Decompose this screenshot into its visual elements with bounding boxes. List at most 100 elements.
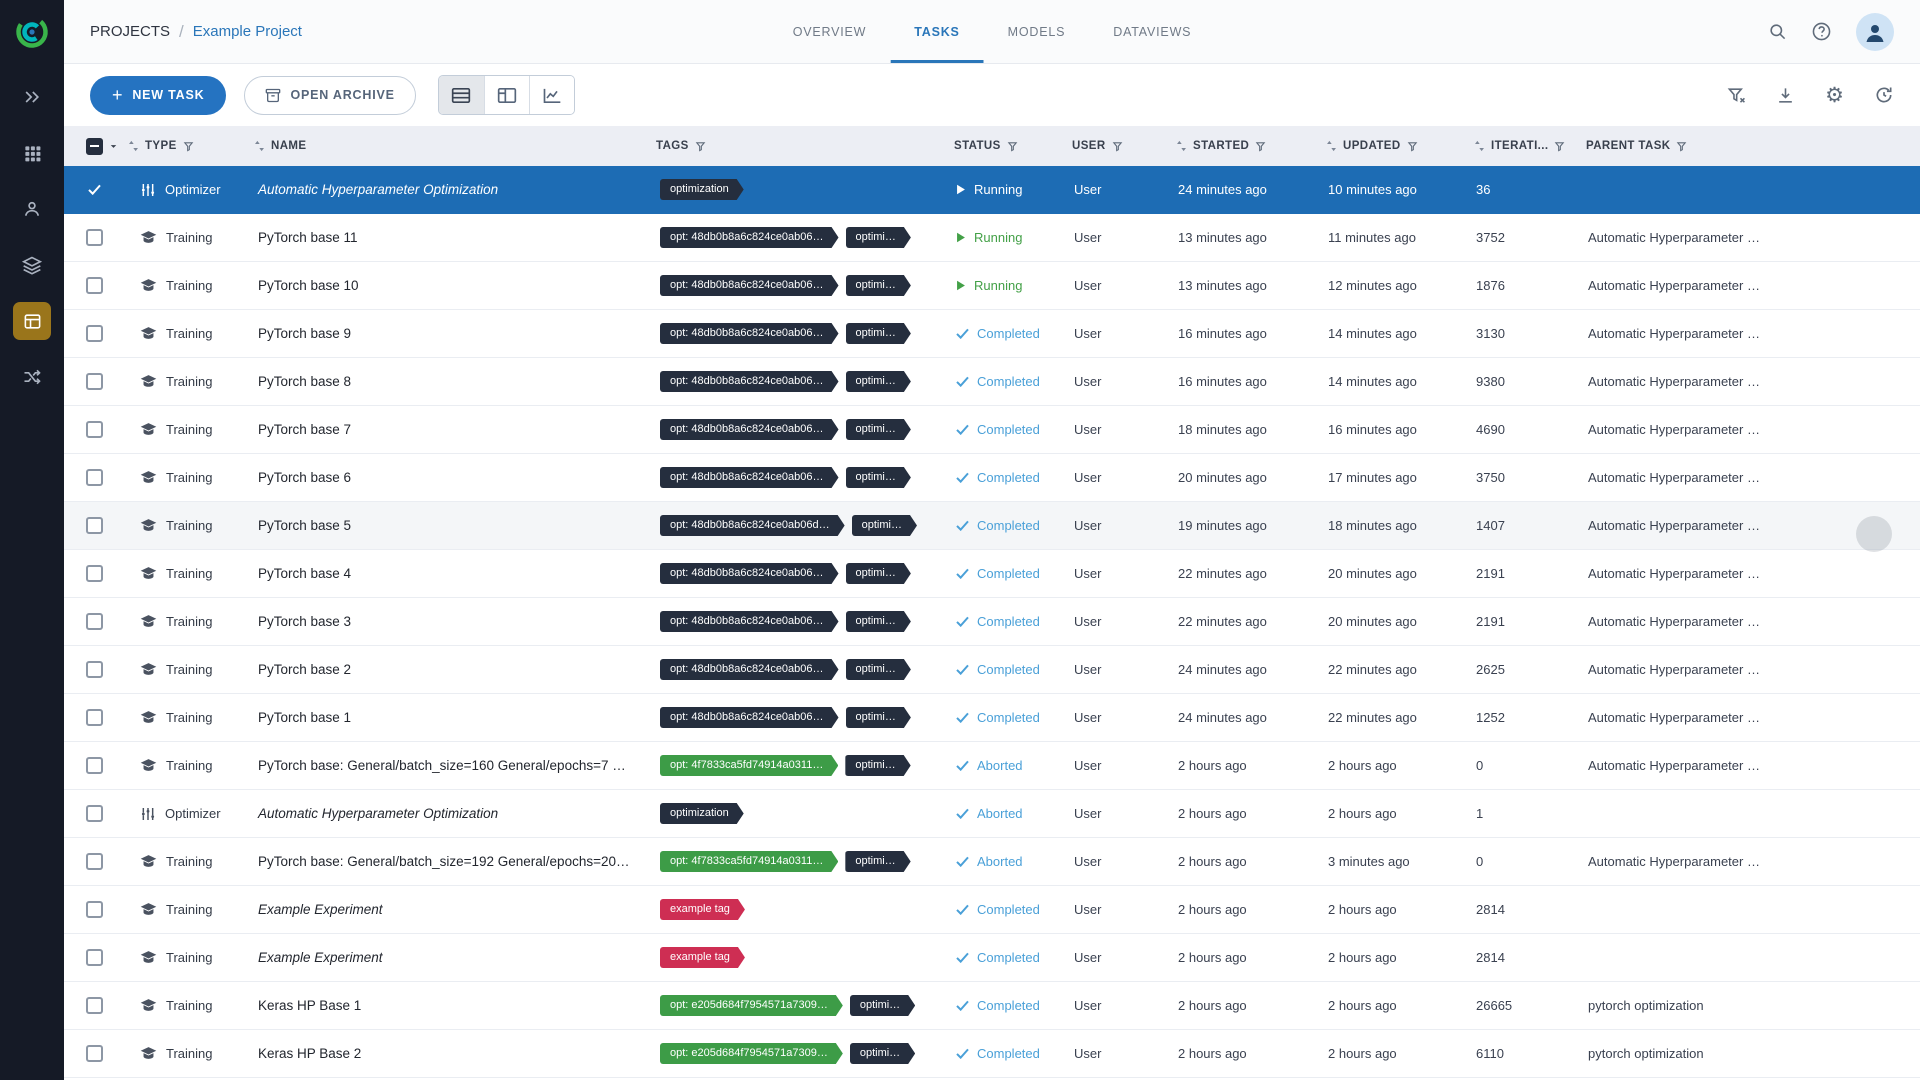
row-checkbox[interactable] <box>86 469 103 486</box>
table-row[interactable]: TrainingPyTorch base 6opt: 48db0b8a6c824… <box>64 454 1920 502</box>
tab-models[interactable]: MODELS <box>984 0 1090 63</box>
tag[interactable]: optimi… <box>846 227 911 248</box>
tag[interactable]: optimi… <box>846 467 911 488</box>
tab-tasks[interactable]: TASKS <box>890 0 983 63</box>
table-row[interactable]: OptimizerAutomatic Hyperparameter Optimi… <box>64 166 1920 214</box>
table-row[interactable]: TrainingKeras HP Base 2opt: e205d684f795… <box>64 1030 1920 1078</box>
new-task-button[interactable]: + NEW TASK <box>90 76 226 115</box>
row-checkbox[interactable] <box>86 901 103 918</box>
row-checkbox[interactable] <box>86 661 103 678</box>
column-header-parent-task[interactable]: PARENT TASK <box>1586 140 1920 152</box>
datasets-icon[interactable] <box>13 246 51 284</box>
table-row[interactable]: TrainingPyTorch base 11opt: 48db0b8a6c82… <box>64 214 1920 262</box>
column-header-name[interactable]: NAME <box>254 140 656 152</box>
row-checkbox[interactable] <box>86 805 103 822</box>
tag[interactable]: opt: 4f7833ca5fd74914a0311… <box>660 851 838 872</box>
tag[interactable]: opt: 48db0b8a6c824ce0ab06… <box>660 707 839 728</box>
select-all-checkbox[interactable] <box>86 138 103 155</box>
row-checkbox[interactable] <box>86 709 103 726</box>
apps-grid-icon[interactable] <box>13 134 51 172</box>
open-archive-button[interactable]: OPEN ARCHIVE <box>244 76 415 115</box>
table-row[interactable]: TrainingPyTorch base: General/batch_size… <box>64 838 1920 886</box>
row-checkbox[interactable] <box>86 229 103 246</box>
filter-icon[interactable] <box>1007 141 1018 152</box>
table-row[interactable]: TrainingPyTorch base 8opt: 48db0b8a6c824… <box>64 358 1920 406</box>
tag[interactable]: optimization <box>660 179 744 200</box>
column-header-iterati[interactable]: ITERATI... <box>1474 140 1586 152</box>
download-icon[interactable] <box>1776 86 1795 105</box>
sort-icon[interactable] <box>1474 140 1485 152</box>
auto-refresh-icon[interactable] <box>1874 85 1894 105</box>
workers-icon[interactable] <box>13 190 51 228</box>
tag[interactable]: optimization <box>660 803 744 824</box>
row-checkbox[interactable] <box>86 997 103 1014</box>
user-avatar[interactable] <box>1856 13 1894 51</box>
tag[interactable]: opt: 48db0b8a6c824ce0ab06… <box>660 227 839 248</box>
filter-icon[interactable] <box>1554 141 1565 152</box>
tag[interactable]: optimi… <box>846 659 911 680</box>
row-checkbox[interactable] <box>86 517 103 534</box>
tag[interactable]: optimi… <box>846 323 911 344</box>
table-row[interactable]: TrainingPyTorch base 7opt: 48db0b8a6c824… <box>64 406 1920 454</box>
chart-view-icon[interactable] <box>529 76 574 114</box>
tag[interactable]: opt: 48db0b8a6c824ce0ab06… <box>660 275 839 296</box>
row-checkbox[interactable] <box>86 325 103 342</box>
scroll-indicator-button[interactable] <box>1856 516 1892 552</box>
table-row[interactable]: TrainingPyTorch base 5opt: 48db0b8a6c824… <box>64 502 1920 550</box>
row-checkbox[interactable] <box>86 853 103 870</box>
filter-reset-icon[interactable] <box>1727 86 1746 105</box>
sort-icon[interactable] <box>128 140 139 152</box>
row-checkbox[interactable] <box>86 1045 103 1062</box>
column-header-tags[interactable]: TAGS <box>656 140 954 152</box>
row-checkbox[interactable] <box>86 757 103 774</box>
table-row[interactable]: TrainingPyTorch base 10opt: 48db0b8a6c82… <box>64 262 1920 310</box>
tag[interactable]: optimi… <box>845 755 910 776</box>
tag[interactable]: opt: 48db0b8a6c824ce0ab06… <box>660 419 839 440</box>
column-header-updated[interactable]: UPDATED <box>1326 140 1474 152</box>
table-row[interactable]: TrainingExample Experimentexample tagCom… <box>64 934 1920 982</box>
row-checkbox[interactable] <box>86 181 103 198</box>
tag[interactable]: opt: 48db0b8a6c824ce0ab06… <box>660 563 839 584</box>
filter-icon[interactable] <box>1255 141 1266 152</box>
tag[interactable]: opt: 48db0b8a6c824ce0ab06… <box>660 323 839 344</box>
row-checkbox[interactable] <box>86 277 103 294</box>
column-header-type[interactable]: TYPE <box>128 140 254 152</box>
row-checkbox[interactable] <box>86 613 103 630</box>
breadcrumb-current-project[interactable]: Example Project <box>193 23 302 40</box>
tag[interactable]: optimi… <box>845 851 910 872</box>
table-row[interactable]: TrainingPyTorch base 1opt: 48db0b8a6c824… <box>64 694 1920 742</box>
row-checkbox[interactable] <box>86 421 103 438</box>
sort-icon[interactable] <box>1326 140 1337 152</box>
tag[interactable]: optimi… <box>852 515 917 536</box>
table-row[interactable]: TrainingPyTorch base 4opt: 48db0b8a6c824… <box>64 550 1920 598</box>
sort-icon[interactable] <box>254 140 265 152</box>
tag[interactable]: optimi… <box>846 563 911 584</box>
tag[interactable]: opt: e205d684f7954571a7309… <box>660 995 843 1016</box>
split-view-icon[interactable] <box>484 76 529 114</box>
breadcrumb-projects-link[interactable]: PROJECTS <box>90 23 170 40</box>
table-row[interactable]: TrainingPyTorch base 3opt: 48db0b8a6c824… <box>64 598 1920 646</box>
tag[interactable]: example tag <box>660 899 745 920</box>
tag[interactable]: opt: 48db0b8a6c824ce0ab06… <box>660 371 839 392</box>
tab-dataviews[interactable]: DATAVIEWS <box>1089 0 1215 63</box>
table-row[interactable]: TrainingPyTorch base 9opt: 48db0b8a6c824… <box>64 310 1920 358</box>
filter-icon[interactable] <box>1112 141 1123 152</box>
tag[interactable]: opt: 48db0b8a6c824ce0ab06… <box>660 659 839 680</box>
table-row[interactable]: TrainingPyTorch base 2opt: 48db0b8a6c824… <box>64 646 1920 694</box>
tag[interactable]: opt: 48db0b8a6c824ce0ab06d… <box>660 515 845 536</box>
search-icon[interactable] <box>1768 22 1787 41</box>
table-view-icon[interactable] <box>439 76 484 114</box>
settings-icon[interactable]: ⚙ <box>1825 85 1844 106</box>
column-header-status[interactable]: STATUS <box>954 140 1072 152</box>
tag[interactable]: example tag <box>660 947 745 968</box>
tag[interactable]: opt: 4f7833ca5fd74914a0311… <box>660 755 838 776</box>
filter-icon[interactable] <box>1676 141 1687 152</box>
tag[interactable]: optimi… <box>850 1043 915 1064</box>
tag[interactable]: optimi… <box>850 995 915 1016</box>
table-row[interactable]: OptimizerAutomatic Hyperparameter Optimi… <box>64 790 1920 838</box>
filter-icon[interactable] <box>695 141 706 152</box>
tag[interactable]: opt: 48db0b8a6c824ce0ab06… <box>660 611 839 632</box>
column-header-started[interactable]: STARTED <box>1176 140 1326 152</box>
pipelines-icon[interactable] <box>13 358 51 396</box>
row-checkbox[interactable] <box>86 565 103 582</box>
